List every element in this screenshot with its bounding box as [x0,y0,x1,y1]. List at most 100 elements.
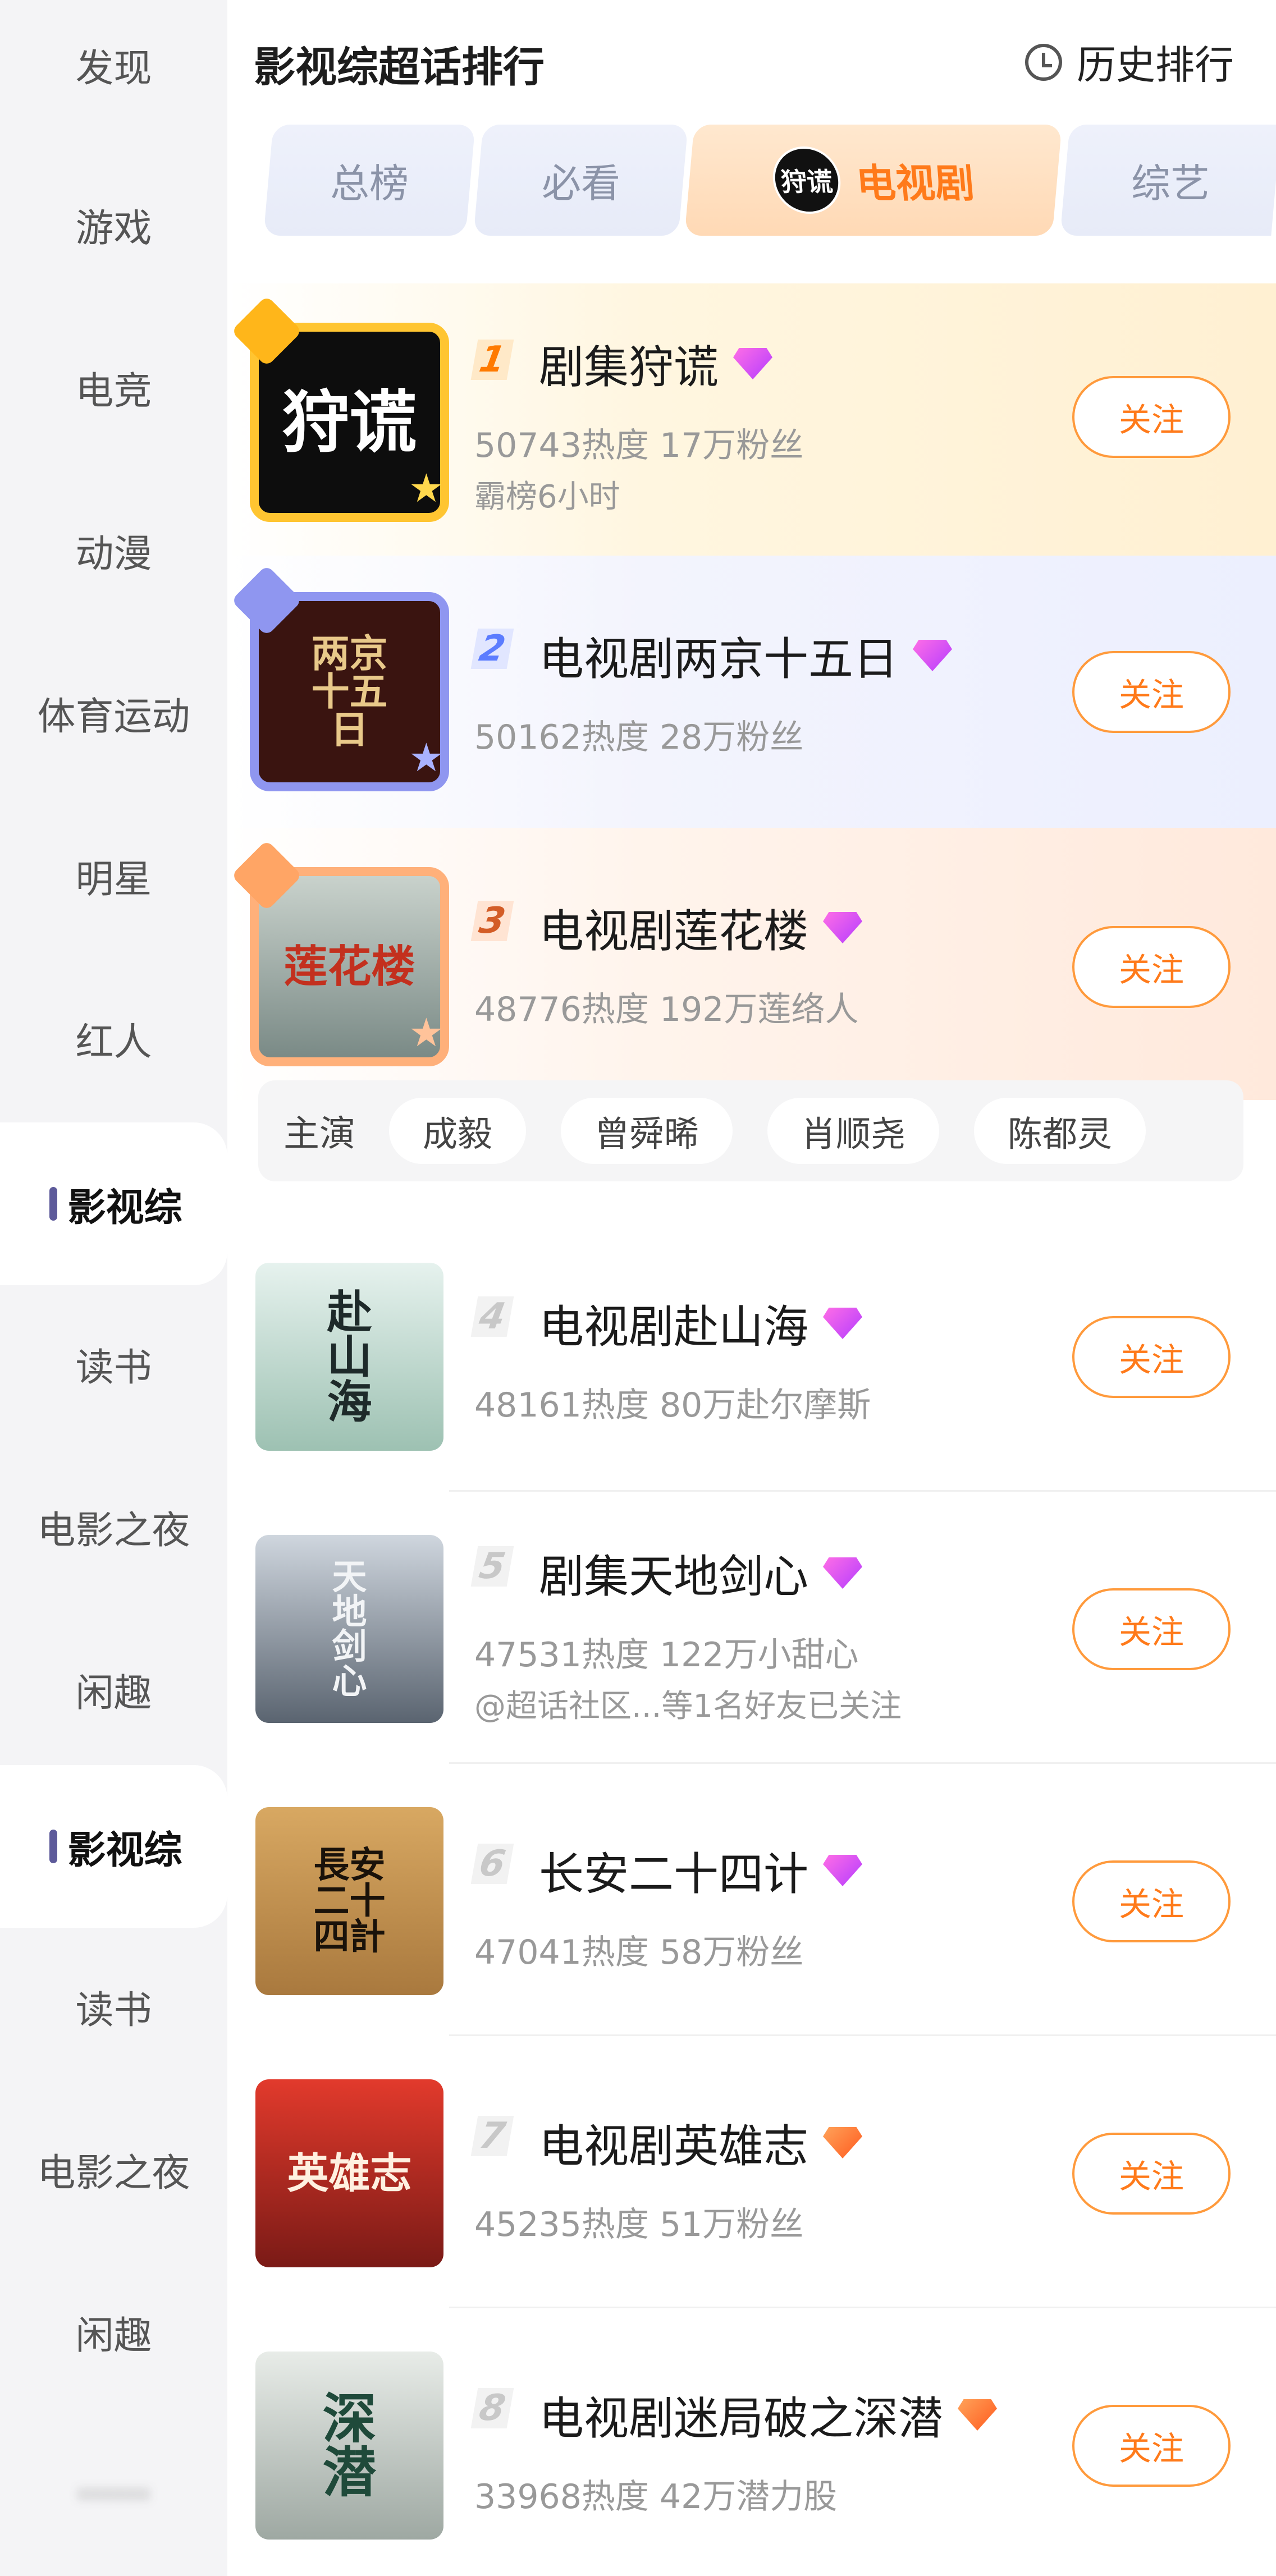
sidebar-item-label: 电影之夜 [37,2151,190,2195]
sidebar-item-label: 闲趣 [75,1671,152,1716]
tab-label: 必看 [541,160,620,207]
orange-diamond-icon [823,2127,862,2158]
sidebar-item-label: 体育运动 [37,694,190,739]
sidebar-item-anime[interactable]: 动漫 [0,469,227,631]
sidebar-item-blurred[interactable]: ······ [0,2413,227,2576]
cover-title: 英雄志 [287,2149,412,2198]
clock-icon [1025,43,1062,81]
item-title[interactable]: 电视剧赴山海 [539,1291,862,1356]
follow-button[interactable]: 关注 [1072,376,1231,458]
sidebar-item-reading[interactable]: 读书 [0,1282,227,1445]
tab-logo-icon: 狩谎 [770,146,843,214]
cover-image: 深潜 [255,2352,443,2540]
cast-chip[interactable]: 陈都灵 [974,1098,1146,1164]
sidebar-item-label: ······ [77,2472,150,2517]
cover-title: 莲花楼 [283,941,415,992]
category-sidebar: 发现 游戏 电竞 动漫 体育运动 明星 红人 影视综 读书 电影之夜 闲趣 影视… [0,0,227,2576]
tab-must-watch[interactable]: 必看 [473,125,688,236]
tab-tv-drama[interactable]: 狩谎 电视剧 [684,125,1062,236]
row-divider [449,1762,1276,1764]
cast-chip[interactable]: 曾舜晞 [561,1098,733,1164]
item-title[interactable]: 剧集狩谎 [539,331,772,396]
item-title-text: 长安二十四计 [539,1848,808,1900]
sidebar-item-esports[interactable]: 电竞 [0,306,227,469]
item-title[interactable]: 长安二十四计 [539,1838,862,1903]
row-divider [449,2034,1276,2036]
cover-image: 天地剑心 [255,1535,443,1723]
sidebar-item-label: 红人 [75,1020,152,1065]
follow-button[interactable]: 关注 [1072,1316,1231,1398]
item-title-text: 电视剧迷局破之深潜 [539,2392,943,2445]
history-ranking-button[interactable]: 历史排行 [1025,34,1234,90]
item-note: 霸榜6小时 [474,479,620,515]
sidebar-item-label: 游戏 [75,206,152,251]
follow-button[interactable]: 关注 [1072,1588,1231,1670]
sidebar-item-sports[interactable]: 体育运动 [0,631,227,794]
item-stats: 33968热度 42万潜力股 [474,2477,838,2517]
item-title[interactable]: 电视剧莲花楼 [539,895,862,960]
pink-diamond-icon [823,1855,862,1886]
page-title: 影视综超话排行 [254,43,545,91]
sidebar-item-reading-2[interactable]: 读书 [0,1925,227,2088]
item-title-text: 电视剧莲花楼 [539,905,808,957]
sidebar-item-film-tv-variety-2[interactable]: 影视综 [0,1765,227,1928]
tab-label: 总榜 [330,160,409,207]
star-icon: ★ [409,465,444,511]
sidebar-item-discover[interactable]: 发现 [0,0,227,129]
sidebar-item-label: 闲趣 [75,2313,152,2358]
cast-chip[interactable]: 肖顺尧 [767,1098,940,1164]
rank-number: 1 [470,339,514,381]
follow-button[interactable]: 关注 [1072,651,1231,733]
item-title[interactable]: 电视剧迷局破之深潜 [539,2382,997,2447]
item-title[interactable]: 电视剧两京十五日 [539,623,952,688]
pink-diamond-icon [913,640,952,671]
sidebar-item-label: 电竞 [75,369,152,414]
orange-diamond-icon [958,2399,997,2431]
rank-number: 8 [470,2387,514,2429]
friends-followed-note: @超话社区...等1名好友已关注 [474,1688,902,1725]
item-title-text: 剧集天地剑心 [539,1551,808,1603]
sidebar-item-label: 读书 [75,1988,152,2033]
sidebar-item-leisure-2[interactable]: 闲趣 [0,2250,227,2413]
rank-number: 3 [470,900,514,942]
item-title-text: 电视剧英雄志 [539,2120,808,2172]
sidebar-item-stars[interactable]: 明星 [0,794,227,957]
sidebar-item-games[interactable]: 游戏 [0,143,227,306]
tab-overall[interactable]: 总榜 [263,125,475,236]
rank-number: 2 [470,628,514,670]
pink-diamond-icon [823,1557,862,1589]
rank-number: 7 [470,2115,514,2157]
item-title-text: 剧集狩谎 [539,341,719,393]
item-title[interactable]: 电视剧英雄志 [539,2110,862,2175]
sidebar-item-influencers[interactable]: 红人 [0,957,227,1120]
sidebar-item-movie-night-2[interactable]: 电影之夜 [0,2088,227,2250]
item-stats: 48776热度 192万莲络人 [474,990,859,1029]
sidebar-item-movie-night[interactable]: 电影之夜 [0,1445,227,1608]
pink-diamond-icon [823,912,862,943]
follow-button[interactable]: 关注 [1072,2405,1231,2487]
follow-button[interactable]: 关注 [1072,926,1231,1008]
rank-number: 4 [470,1296,514,1337]
lead-cast-strip: 主演 成毅 曾舜晞 肖顺尧 陈都灵 [258,1080,1243,1181]
item-stats: 50162热度 28万粉丝 [474,718,804,757]
sidebar-item-film-tv-variety[interactable]: 影视综 [0,1122,227,1285]
sidebar-item-leisure[interactable]: 闲趣 [0,1608,227,1771]
cast-label: 主演 [283,1113,355,1155]
follow-button[interactable]: 关注 [1072,1860,1231,1942]
sidebar-item-label: 影视综 [67,1828,182,1873]
item-title[interactable]: 剧集天地剑心 [539,1541,862,1606]
item-stats: 50743热度 17万粉丝 [474,426,804,465]
sidebar-item-label: 电影之夜 [37,1508,190,1553]
tab-variety[interactable]: 综艺 [1060,125,1276,236]
history-ranking-label: 历史排行 [1077,42,1234,88]
pink-diamond-icon [733,348,772,379]
cover-title: 長安二十四計 [313,1844,386,1958]
item-title-text: 电视剧赴山海 [539,1301,808,1353]
sidebar-item-label: 影视综 [67,1185,182,1230]
rank-number: 6 [470,1843,514,1885]
sidebar-item-label: 发现 [75,46,152,91]
cast-chip[interactable]: 成毅 [389,1098,527,1164]
item-stats: 45235热度 51万粉丝 [474,2205,804,2244]
tab-label: 综艺 [1131,160,1210,207]
follow-button[interactable]: 关注 [1072,2133,1231,2215]
